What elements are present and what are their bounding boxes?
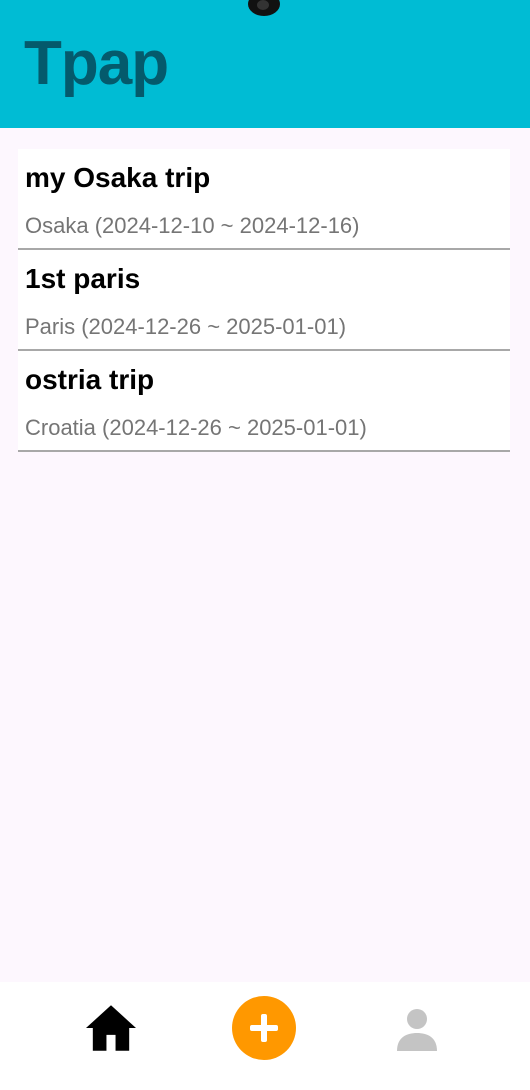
trip-details: Paris (2024-12-26 ~ 2025-01-01) [25, 314, 347, 339]
trip-name: ostria trip [25, 364, 155, 395]
trip-item[interactable]: 1st paris Paris (2024-12-26 ~ 2025-01-01… [18, 250, 510, 351]
app-screen: Tpap my Osaka trip Osaka (2024-12-10 ~ 2… [0, 0, 530, 1090]
bottom-navigation [0, 982, 530, 1090]
person-icon [397, 1009, 437, 1051]
camera-cutout [248, 0, 280, 16]
home-icon [86, 1005, 136, 1051]
trip-name: 1st paris [25, 263, 141, 294]
add-trip-button[interactable] [232, 996, 296, 1060]
trip-details: Croatia (2024-12-26 ~ 2025-01-01) [25, 415, 367, 440]
trip-details: Osaka (2024-12-10 ~ 2024-12-16) [25, 213, 360, 238]
app-bar: Tpap [0, 0, 530, 128]
trip-name: my Osaka trip [25, 162, 211, 193]
home-nav-button[interactable] [82, 1000, 140, 1056]
trip-item[interactable]: my Osaka trip Osaka (2024-12-10 ~ 2024-1… [18, 149, 510, 250]
trip-item[interactable]: ostria trip Croatia (2024-12-26 ~ 2025-0… [18, 351, 510, 452]
trip-list: my Osaka trip Osaka (2024-12-10 ~ 2024-1… [18, 149, 510, 452]
app-title: Tpap [24, 29, 169, 98]
profile-nav-button[interactable] [390, 1002, 444, 1056]
plus-icon [250, 1014, 278, 1042]
